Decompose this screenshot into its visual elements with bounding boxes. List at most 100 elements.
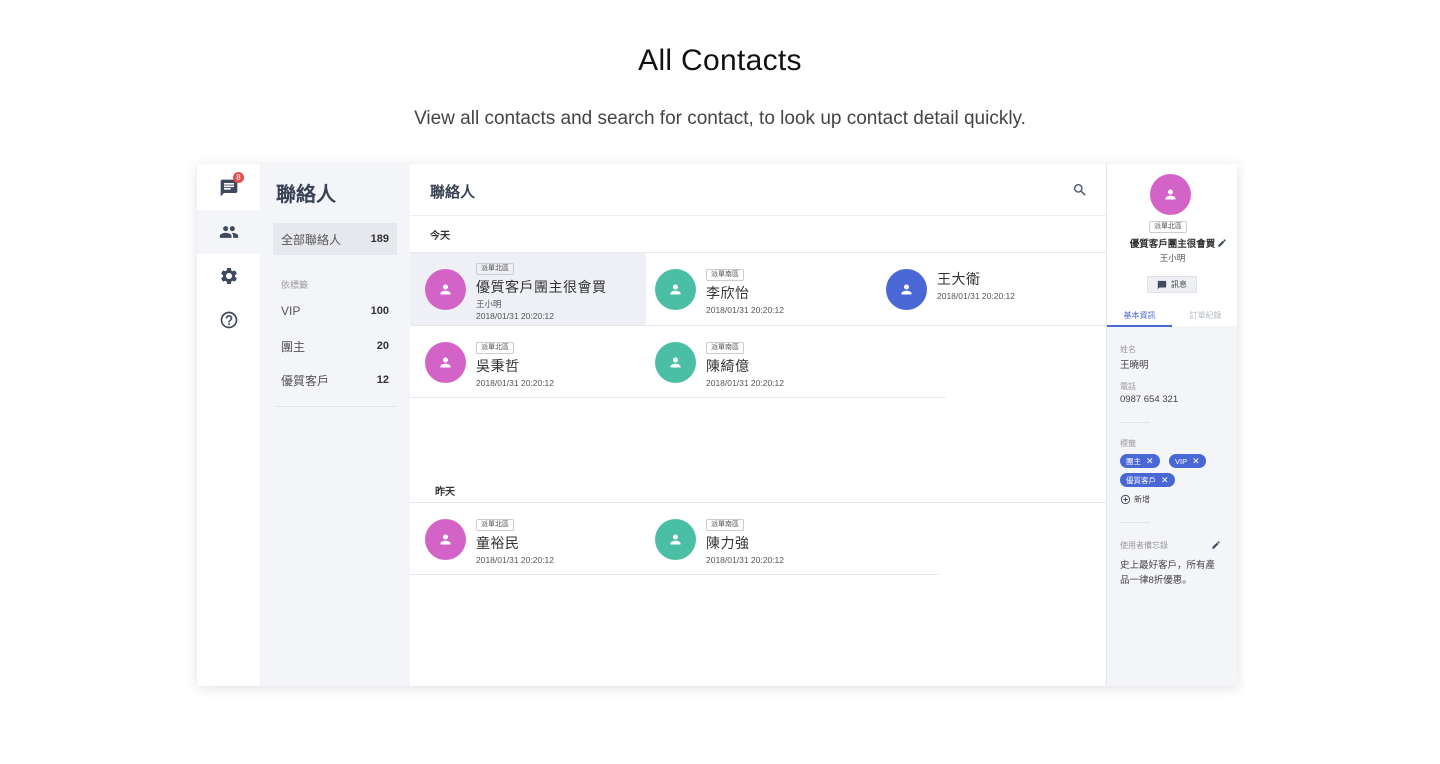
region-tag: 派單北區 (1149, 221, 1187, 233)
filter-count: 12 (376, 374, 389, 386)
contact-name: 李欣怡 (706, 285, 750, 301)
memo-label: 使用者備忘錄 (1120, 541, 1168, 550)
rail-settings[interactable] (197, 254, 261, 298)
name-value: 王曉明 (1120, 360, 1149, 371)
filter-all-contacts[interactable]: 全部聯絡人 189 (273, 223, 397, 255)
contact-list: 聯絡人 今天 派單北區 優質客戶團主很會買 王小明 2018/01/31 20:… (410, 164, 1106, 686)
message-button-label: 訊息 (1171, 280, 1187, 289)
contact-time: 2018/01/31 20:20:12 (706, 555, 784, 565)
search-icon[interactable] (1072, 182, 1088, 198)
remove-tag-icon[interactable]: ✕ (1192, 456, 1200, 467)
avatar (425, 518, 466, 560)
page-subtitle: View all contacts and search for contact… (414, 108, 1026, 129)
region-tag: 派單南區 (706, 519, 744, 531)
avatar (655, 268, 696, 310)
person-icon (670, 534, 681, 544)
detail-header: 派單北區 優質客戶團主很會買 王小明 訊息 基本資訊 訂單紀錄 (1107, 164, 1237, 327)
memo-line: 品一律8折優惠。 (1120, 575, 1192, 586)
contact-time: 2018/01/31 20:20:12 (937, 291, 1015, 301)
avatar (655, 341, 696, 383)
avatar (1150, 174, 1191, 215)
contact-time: 2018/01/31 20:20:12 (706, 305, 784, 315)
section-yesterday: 昨天 (435, 487, 455, 498)
avatar (655, 518, 696, 560)
region-tag: 派單北區 (476, 263, 514, 275)
person-icon (670, 284, 681, 294)
person-icon (440, 284, 451, 294)
contact-name: 陳力強 (706, 535, 750, 551)
region-tag: 派單南區 (706, 342, 744, 354)
remove-tag-icon[interactable]: ✕ (1146, 456, 1154, 467)
person-icon (670, 357, 681, 367)
avatar (425, 268, 466, 310)
contact-subname: 王小明 (476, 299, 502, 309)
filter-count: 100 (370, 305, 389, 317)
region-tag: 派單北區 (476, 342, 514, 354)
phone-value: 0987 654 321 (1120, 394, 1179, 405)
contact-time: 2018/01/31 20:20:12 (476, 555, 554, 565)
person-icon (901, 284, 912, 294)
rail-chat[interactable]: 8 (197, 166, 261, 210)
contact-card[interactable]: 派單北區 吳秉哲 2018/01/31 20:20:12 (410, 326, 646, 398)
contact-name: 吳秉哲 (476, 358, 520, 374)
person-icon (440, 357, 451, 367)
contact-card[interactable]: 派單南區 李欣怡 2018/01/31 20:20:12 (640, 253, 870, 325)
filter-count: 20 (376, 340, 389, 352)
filter-title: 聯絡人 (276, 184, 336, 206)
filter-caption: 依標籤 (281, 280, 309, 290)
divider (1120, 422, 1150, 423)
contact-name: 王大衛 (937, 271, 981, 287)
add-circle-icon (1120, 494, 1131, 505)
divider (1120, 522, 1150, 523)
tag-chip[interactable]: 團主 ✕ (1120, 454, 1160, 468)
tab-order-history[interactable]: 訂單紀錄 (1173, 310, 1237, 321)
add-tag-label: 新增 (1134, 495, 1150, 504)
person-icon (440, 534, 451, 544)
edit-name-icon[interactable] (1217, 238, 1227, 248)
filter-count: 189 (370, 233, 389, 245)
gear-icon (221, 267, 237, 284)
message-button[interactable]: 訊息 (1147, 276, 1197, 293)
list-title: 聯絡人 (430, 184, 476, 201)
filter-label: 優質客戶 (281, 373, 330, 388)
icon-rail: 8 (197, 164, 261, 686)
filter-tag-vip[interactable]: VIP 100 (273, 295, 397, 327)
contact-time: 2018/01/31 20:20:12 (476, 311, 554, 321)
memo-text: 史上最好客戶，所有產 品一律8折優惠。 (1120, 558, 1230, 588)
tag-chip[interactable]: 優質客戶 ✕ (1120, 473, 1175, 487)
remove-tag-icon[interactable]: ✕ (1161, 475, 1169, 486)
filter-label: 全部聯絡人 (281, 232, 342, 247)
tag-chip-label: 團主 (1126, 456, 1141, 466)
rail-help[interactable] (197, 298, 261, 342)
contact-card[interactable]: 王大衛 2018/01/31 20:20:12 (871, 253, 1101, 325)
page-title: All Contacts (638, 44, 802, 77)
divider (410, 574, 939, 575)
contact-name: 童裕民 (476, 535, 520, 551)
filter-panel: 聯絡人 全部聯絡人 189 依標籤 VIP 100 團主 20 優質客戶 12 (261, 164, 410, 686)
filter-tag-group-leader[interactable]: 團主 20 (273, 330, 397, 362)
edit-memo-icon[interactable] (1211, 540, 1221, 550)
tag-chip[interactable]: VIP ✕ (1169, 454, 1206, 468)
contact-time: 2018/01/31 20:20:12 (706, 378, 784, 388)
contact-card[interactable]: 派單北區 童裕民 2018/01/31 20:20:12 (410, 503, 646, 575)
detail-contact-subname: 王小明 (1159, 253, 1186, 263)
add-tag-button[interactable]: 新增 (1120, 494, 1150, 505)
contact-card[interactable]: 派單南區 陳力強 2018/01/31 20:20:12 (640, 503, 870, 575)
filter-label: VIP (281, 304, 301, 318)
name-label: 姓名 (1120, 345, 1136, 354)
contact-name: 陳綺億 (706, 358, 750, 374)
contact-card[interactable]: 派單北區 優質客戶團主很會買 王小明 2018/01/31 20:20:12 (410, 253, 646, 325)
divider (275, 406, 397, 407)
contact-card[interactable]: 派單南區 陳綺億 2018/01/31 20:20:12 (640, 326, 870, 398)
avatar (425, 341, 466, 383)
help-icon (220, 311, 238, 329)
rail-contacts[interactable] (197, 210, 261, 254)
contact-name: 優質客戶團主很會買 (476, 279, 607, 295)
filter-tag-premium[interactable]: 優質客戶 12 (273, 364, 397, 396)
section-today: 今天 (430, 231, 450, 242)
region-tag: 派單南區 (706, 269, 744, 281)
tab-basic-info[interactable]: 基本資訊 (1107, 310, 1172, 321)
region-tag: 派單北區 (476, 519, 514, 531)
contacts-icon (219, 226, 239, 238)
filter-label: 團主 (281, 339, 306, 354)
